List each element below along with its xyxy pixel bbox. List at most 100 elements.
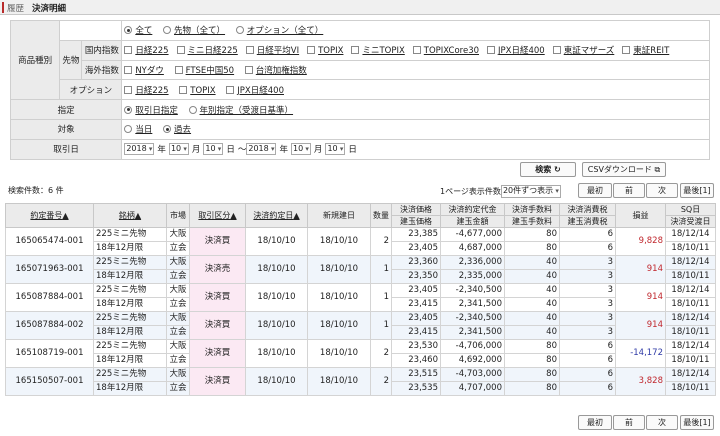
- trade-date-label: 取引日: [9, 138, 123, 160]
- product-options-radio[interactable]: オプション（全て）: [235, 24, 323, 36]
- header-pnl: 損益: [615, 203, 666, 228]
- last-page-button-bottom[interactable]: 最後[1]: [680, 415, 714, 430]
- search-button[interactable]: 検索 ↻: [520, 162, 576, 177]
- settle-fee-cell: 40: [504, 255, 560, 270]
- target-options: 当日 過去: [121, 118, 710, 140]
- checkbox-icon: [552, 46, 561, 55]
- next-page-button[interactable]: 次: [646, 183, 678, 198]
- market-cell: 大阪: [166, 367, 190, 382]
- to-year-select[interactable]: 2018: [246, 143, 277, 156]
- prev-page-button-bottom[interactable]: 前: [613, 415, 645, 430]
- domestic-checkbox-3[interactable]: TOPIX: [307, 46, 343, 56]
- first-page-button-bottom[interactable]: 最初: [578, 415, 612, 430]
- overseas-index-options: NYダウ FTSE中国50 台湾加権指数: [121, 59, 710, 81]
- next-page-button-bottom[interactable]: 次: [646, 415, 678, 430]
- header-order-no[interactable]: 約定番号▲: [5, 203, 94, 228]
- order-no-cell: 165150507-001: [5, 367, 94, 396]
- open-price-cell: 23,415: [391, 325, 441, 340]
- open-fee-cell: 40: [504, 269, 560, 284]
- market-cell: 立会: [166, 241, 190, 256]
- domestic-checkbox-6[interactable]: JPX日経400: [487, 44, 545, 56]
- checkbox-icon: [179, 85, 188, 94]
- header-settle-amount: 決済約定代金: [440, 203, 505, 216]
- checkbox-icon: [174, 65, 183, 74]
- open-price-cell: 23,350: [391, 269, 441, 284]
- header-issue[interactable]: 銘柄▲: [93, 203, 167, 228]
- market-cell: 立会: [166, 297, 190, 312]
- delivery-date-cell: 18/10/11: [665, 297, 716, 312]
- table-row: 165150507-001 225ミニ先物 大阪 決済買 18/10/10 18/10/1…: [5, 367, 716, 396]
- overseas-checkbox-1[interactable]: FTSE中国50: [174, 64, 234, 76]
- designation-options: 取引日指定 年別指定（受渡日基準）: [121, 99, 710, 120]
- last-page-button[interactable]: 最後[1]: [680, 183, 714, 198]
- pnl-cell: 3,828: [615, 367, 666, 396]
- target-today-radio[interactable]: 当日: [124, 123, 152, 135]
- from-month-select[interactable]: 10: [168, 143, 189, 156]
- domestic-checkbox-8[interactable]: 東証REIT: [622, 44, 669, 56]
- domestic-checkbox-1[interactable]: ミニ日経225: [176, 44, 238, 56]
- results-table: 約定番号▲ 銘柄▲ 市場 取引区分▲ 決済約定日▲ 新規建日 数量 決済価格 決…: [5, 203, 716, 396]
- settle-fee-cell: 40: [504, 311, 560, 326]
- from-day-select[interactable]: 10: [203, 143, 224, 156]
- overseas-index-label: 海外指数: [81, 59, 123, 81]
- settle-price-cell: 23,360: [391, 255, 441, 270]
- to-month-select[interactable]: 10: [290, 143, 311, 156]
- sq-date-cell: 18/12/14: [665, 311, 716, 326]
- settle-fee-cell: 80: [504, 367, 560, 382]
- option-checkbox-2[interactable]: JPX日経400: [226, 84, 284, 96]
- delivery-date-cell: 18/10/11: [665, 325, 716, 340]
- sort-asc-icon: ▲: [62, 211, 69, 220]
- order-no-cell: 165071963-001: [5, 255, 94, 284]
- exec-date-cell: 18/10/10: [245, 339, 308, 368]
- domestic-checkbox-4[interactable]: ミニTOPIX: [351, 44, 405, 56]
- kind-cell: 決済売: [189, 255, 246, 284]
- delivery-date-cell: 18/10/11: [665, 353, 716, 368]
- domestic-checkbox-0[interactable]: 日経225: [124, 44, 169, 56]
- checkbox-icon: [226, 85, 235, 94]
- domestic-checkbox-2[interactable]: 日経平均VI: [245, 44, 299, 56]
- copy-icon: ⧉: [654, 165, 661, 174]
- qty-cell: 2: [370, 227, 392, 256]
- option-checkbox-1[interactable]: TOPIX: [179, 85, 216, 96]
- domestic-checkbox-7[interactable]: 東証マザーズ: [552, 44, 614, 56]
- open-price-cell: 23,460: [391, 353, 441, 368]
- designation-year-radio[interactable]: 年別指定（受渡日基準）: [188, 104, 293, 116]
- settle-amount-cell: -4,677,000: [440, 227, 505, 242]
- first-page-button[interactable]: 最初: [578, 183, 612, 198]
- checkbox-icon: [245, 46, 254, 55]
- page-header: 履歴 決済明細: [0, 0, 720, 15]
- to-day-select[interactable]: 10: [325, 143, 346, 156]
- overseas-checkbox-0[interactable]: NYダウ: [124, 64, 164, 76]
- market-cell: 立会: [166, 381, 190, 396]
- product-all-radio[interactable]: 全て: [124, 24, 152, 36]
- overseas-checkbox-2[interactable]: 台湾加権指数: [244, 64, 307, 76]
- prev-page-button[interactable]: 前: [613, 183, 645, 198]
- breadcrumb[interactable]: 履歴: [7, 2, 24, 14]
- open-amount-cell: 2,341,500: [440, 297, 505, 312]
- exec-date-cell: 18/10/10: [245, 367, 308, 396]
- settle-fee-cell: 80: [504, 227, 560, 242]
- settle-tax-cell: 6: [559, 367, 616, 382]
- open-fee-cell: 80: [504, 241, 560, 256]
- header-exec-date[interactable]: 決済約定日▲: [245, 203, 308, 228]
- issue-cell: 225ミニ先物: [93, 367, 167, 382]
- issue-cell: 18年12月限: [93, 269, 167, 284]
- csv-download-button[interactable]: CSVダウンロード ⧉: [582, 162, 666, 177]
- option-checkbox-0[interactable]: 日経225: [124, 84, 169, 96]
- pnl-cell: -14,172: [615, 339, 666, 368]
- checkbox-icon: [487, 46, 496, 55]
- radio-selected-icon: [124, 105, 133, 114]
- domestic-index-options: 日経225 ミニ日経225 日経平均VI TOPIX ミニTOPIX TOPIXCore3…: [121, 39, 710, 61]
- designation-tradedate-radio[interactable]: 取引日指定: [124, 104, 178, 116]
- settle-amount-cell: -2,340,500: [440, 283, 505, 298]
- product-futures-radio[interactable]: 先物（全て）: [163, 24, 225, 36]
- kind-cell: 決済買: [189, 283, 246, 312]
- settle-tax-cell: 3: [559, 255, 616, 270]
- domestic-checkbox-5[interactable]: TOPIXCore30: [412, 46, 479, 56]
- per-page-select[interactable]: 20件ずつ表示: [500, 185, 561, 198]
- from-year-select[interactable]: 2018: [124, 143, 155, 156]
- exec-date-cell: 18/10/10: [245, 227, 308, 256]
- radio-selected-icon: [163, 125, 172, 134]
- header-kind[interactable]: 取引区分▲: [189, 203, 246, 228]
- target-past-radio[interactable]: 過去: [163, 123, 191, 135]
